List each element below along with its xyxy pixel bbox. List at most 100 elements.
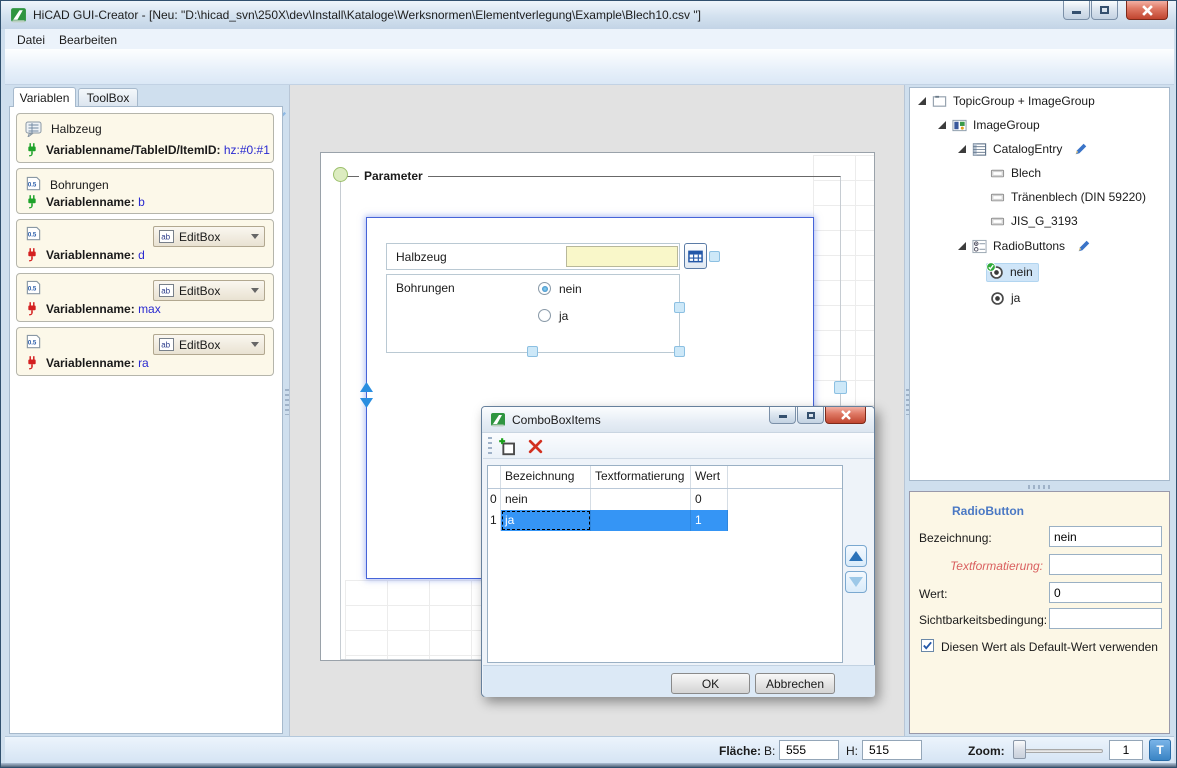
move-down-button[interactable] — [845, 571, 867, 593]
tree-item-jis[interactable]: JIS_G_3193 — [990, 210, 1078, 232]
app-window: HiCAD GUI-Creator - [Neu: "D:\hicad_svn\… — [0, 0, 1177, 768]
ok-button[interactable]: OK — [671, 673, 750, 694]
tree-item-ja[interactable]: ja — [990, 287, 1020, 309]
tree-item-imagegroup[interactable]: ImageGroup — [938, 114, 1040, 136]
widget-type-combobox[interactable]: ab EditBox — [153, 280, 265, 301]
variable-card-bohrungen[interactable]: Bohrungen Variablenname: b — [16, 168, 274, 214]
tree-item-radiobuttons[interactable]: RadioButtons — [958, 235, 1091, 257]
selection-handle[interactable] — [674, 346, 685, 357]
widget-type-combobox[interactable]: ab EditBox — [153, 226, 265, 247]
number-field-icon — [25, 226, 42, 243]
dialog-close-button[interactable] — [825, 407, 866, 424]
sichtbarkeit-input[interactable] — [1049, 608, 1162, 629]
edit-pencil-icon[interactable] — [1077, 239, 1091, 253]
cell-textformatierung[interactable] — [591, 510, 691, 531]
table-lookup-icon — [25, 121, 43, 137]
halbzeug-row[interactable]: Halbzeug — [386, 243, 680, 270]
test-button[interactable]: T — [1149, 739, 1171, 761]
app-logo-icon — [10, 7, 27, 24]
bezeichnung-input[interactable] — [1049, 526, 1162, 547]
expander-icon[interactable] — [938, 121, 946, 129]
variable-card-halbzeug[interactable]: Halbzeug Variablenname/TableID/ItemID: h… — [16, 113, 274, 163]
tree-props-splitter-grip[interactable] — [1028, 485, 1052, 489]
variable-card-ra[interactable]: ab EditBox Variablenname: ra — [16, 327, 274, 376]
number-field-icon — [25, 334, 42, 351]
table-row-selected[interactable]: 1 ja 1 — [488, 510, 842, 531]
tab-toolbox[interactable]: ToolBox — [78, 88, 138, 107]
tree-item-blech[interactable]: Blech — [990, 162, 1041, 184]
radio-ja-label: ja — [559, 309, 568, 323]
add-icon — [498, 437, 517, 456]
variable-card-d[interactable]: ab EditBox Variablenname: d — [16, 219, 274, 268]
maximize-button[interactable] — [1091, 1, 1118, 20]
cancel-button[interactable]: Abbrechen — [755, 673, 835, 694]
delete-x-icon — [527, 438, 544, 455]
window-bottom-edge — [1, 763, 1177, 768]
tree-item-catalogentry[interactable]: CatalogEntry — [958, 138, 1088, 160]
tree-item-traenenblech[interactable]: Tränenblech (DIN 59220) — [990, 186, 1146, 208]
title-bar: HiCAD GUI-Creator - [Neu: "D:\hicad_svn\… — [1, 1, 1176, 29]
minimize-button[interactable] — [1063, 1, 1090, 20]
menu-bearbeiten[interactable]: Bearbeiten — [53, 32, 123, 48]
expander-icon[interactable] — [958, 145, 966, 153]
delete-row-button[interactable] — [525, 436, 545, 456]
zoom-value-input[interactable] — [1109, 740, 1143, 760]
radio-ja[interactable] — [538, 309, 551, 322]
group-anchor-handle[interactable] — [333, 167, 348, 182]
tab-variablen[interactable]: Variablen — [13, 87, 76, 107]
radio-nein-label: nein — [559, 282, 582, 296]
variable-card-max[interactable]: ab EditBox Variablenname: max — [16, 273, 274, 322]
move-up-button[interactable] — [845, 545, 867, 567]
svg-text:ab: ab — [161, 341, 170, 350]
column-header[interactable]: Bezeichnung — [501, 466, 591, 488]
chevron-down-icon — [251, 234, 259, 239]
selection-handle[interactable] — [834, 381, 847, 394]
selection-handle[interactable] — [527, 346, 538, 357]
catalog-browse-button[interactable] — [684, 243, 707, 269]
zoom-slider-thumb[interactable] — [1013, 740, 1026, 759]
flaeche-h-input[interactable] — [862, 740, 922, 760]
selection-handle[interactable] — [709, 251, 720, 262]
textformatierung-label: Textformatierung: — [910, 559, 1043, 573]
dialog-minimize-button[interactable] — [769, 407, 796, 424]
zoom-slider[interactable] — [1013, 749, 1103, 753]
halbzeug-input[interactable] — [566, 246, 678, 267]
sichtbarkeit-label: Sichtbarkeitsbedingung: — [919, 613, 1047, 627]
card-title: Halbzeug — [51, 122, 102, 136]
cell-textformatierung[interactable] — [591, 489, 691, 510]
dialog-restore-button[interactable] — [797, 407, 824, 424]
editbox-icon: ab — [159, 338, 174, 351]
field-icon — [990, 166, 1005, 181]
expander-icon[interactable] — [918, 97, 926, 105]
edit-pencil-icon[interactable] — [1074, 142, 1088, 156]
cell-wert[interactable]: 1 — [691, 510, 728, 531]
table-header-row: Bezeichnung Textformatierung Wert — [488, 466, 842, 489]
bohrungen-row[interactable]: Bohrungen nein ja — [386, 274, 680, 353]
resize-arrows-icon[interactable] — [358, 381, 375, 409]
dialog-title: ComboBoxItems — [512, 413, 601, 427]
expander-icon[interactable] — [958, 242, 966, 250]
cell-wert[interactable]: 0 — [691, 489, 728, 510]
column-header[interactable]: Wert — [691, 466, 728, 488]
add-row-button[interactable] — [497, 436, 517, 456]
cell-bezeichnung[interactable]: nein — [501, 489, 591, 510]
plug-green-icon — [25, 142, 39, 157]
left-splitter-grip[interactable] — [285, 389, 289, 415]
plug-green-icon — [25, 194, 39, 209]
widget-type-combobox[interactable]: ab EditBox — [153, 334, 265, 355]
selection-handle[interactable] — [674, 302, 685, 313]
menu-datei[interactable]: Datei — [11, 32, 51, 48]
tree-item-nein-selected[interactable]: nein — [988, 261, 1039, 283]
radio-nein[interactable] — [538, 282, 551, 295]
cell-bezeichnung-focused[interactable]: ja — [501, 510, 591, 531]
wert-input[interactable] — [1049, 582, 1162, 603]
number-field-icon — [25, 280, 42, 297]
flaeche-b-input[interactable] — [779, 740, 839, 760]
column-header[interactable]: Textformatierung — [591, 466, 691, 488]
textformatierung-input[interactable] — [1049, 554, 1162, 575]
table-row[interactable]: 0 nein 0 — [488, 489, 842, 510]
tree-item-topicgroup[interactable]: TopicGroup + ImageGroup — [918, 90, 1095, 112]
editbox-icon: ab — [159, 284, 174, 297]
default-value-checkbox[interactable] — [921, 639, 934, 652]
close-button[interactable] — [1126, 1, 1168, 20]
